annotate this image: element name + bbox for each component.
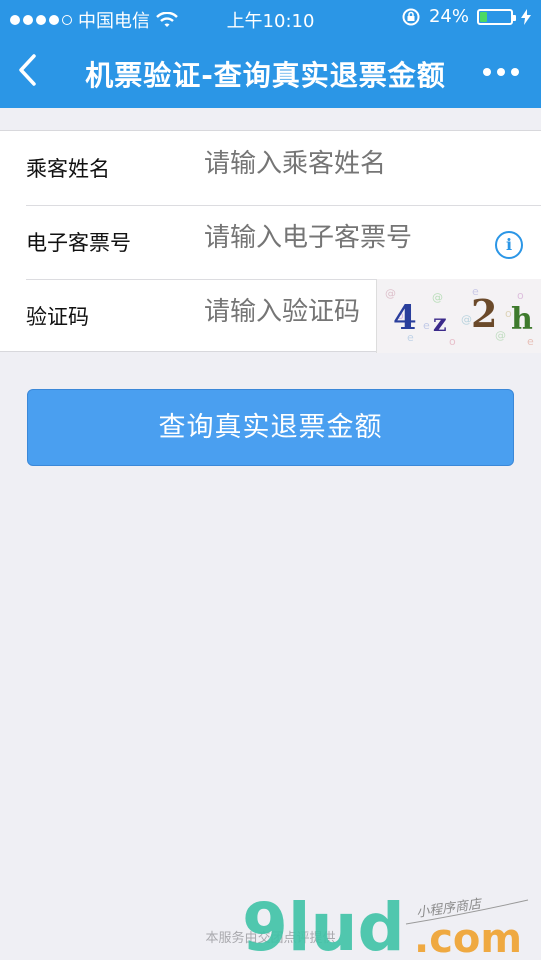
captcha-char: z — [433, 308, 447, 337]
captcha-char: 4 — [393, 298, 417, 338]
status-right: 24% — [401, 6, 531, 27]
top-bar: 中国电信 上午10:10 24% 机票验证-查询真实退票金额 — [0, 0, 541, 108]
passenger-name-row: 乘客姓名 — [0, 131, 541, 205]
ticket-form: 乘客姓名 电子客票号 i 验证码 @e @o e@ oe o@ oe 4 z 2… — [0, 130, 541, 353]
captcha-label: 验证码 — [26, 305, 89, 329]
more-dots-icon[interactable] — [483, 68, 519, 76]
passenger-name-input[interactable] — [204, 149, 494, 179]
captcha-char: h — [511, 302, 533, 337]
captcha-char: 2 — [471, 291, 497, 336]
nav-bar: 机票验证-查询真实退票金额 — [0, 36, 541, 108]
back-chevron-icon[interactable] — [14, 52, 44, 88]
passenger-name-label: 乘客姓名 — [26, 157, 110, 181]
svg-text:o: o — [517, 289, 524, 302]
ticket-number-label: 电子客票号 — [26, 231, 131, 255]
query-refund-button[interactable]: 查询真实退票金额 — [27, 389, 514, 466]
battery-icon — [477, 8, 516, 25]
ticket-number-row: 电子客票号 i — [0, 205, 541, 279]
site-watermark-logo: 9lud .com 小程序商店 — [242, 889, 529, 960]
svg-text:e: e — [423, 319, 430, 332]
captcha-input[interactable] — [204, 297, 374, 327]
page-title: 机票验证-查询真实退票金额 — [85, 59, 446, 92]
watermark-suffix: .com — [414, 916, 522, 960]
svg-text:@: @ — [432, 291, 443, 304]
info-icon[interactable]: i — [495, 231, 523, 259]
status-bar: 中国电信 上午10:10 24% — [0, 0, 541, 36]
watermark-brand: 9lud — [242, 889, 405, 960]
captcha-image[interactable]: @ e @ o e @ oe o @ oe 4 z 2 h — [376, 279, 541, 353]
battery-percent: 24% — [428, 6, 469, 27]
orientation-lock-icon — [402, 8, 420, 25]
ticket-number-input[interactable] — [204, 223, 494, 253]
charging-bolt-icon — [521, 8, 531, 25]
svg-text:o: o — [449, 335, 456, 348]
